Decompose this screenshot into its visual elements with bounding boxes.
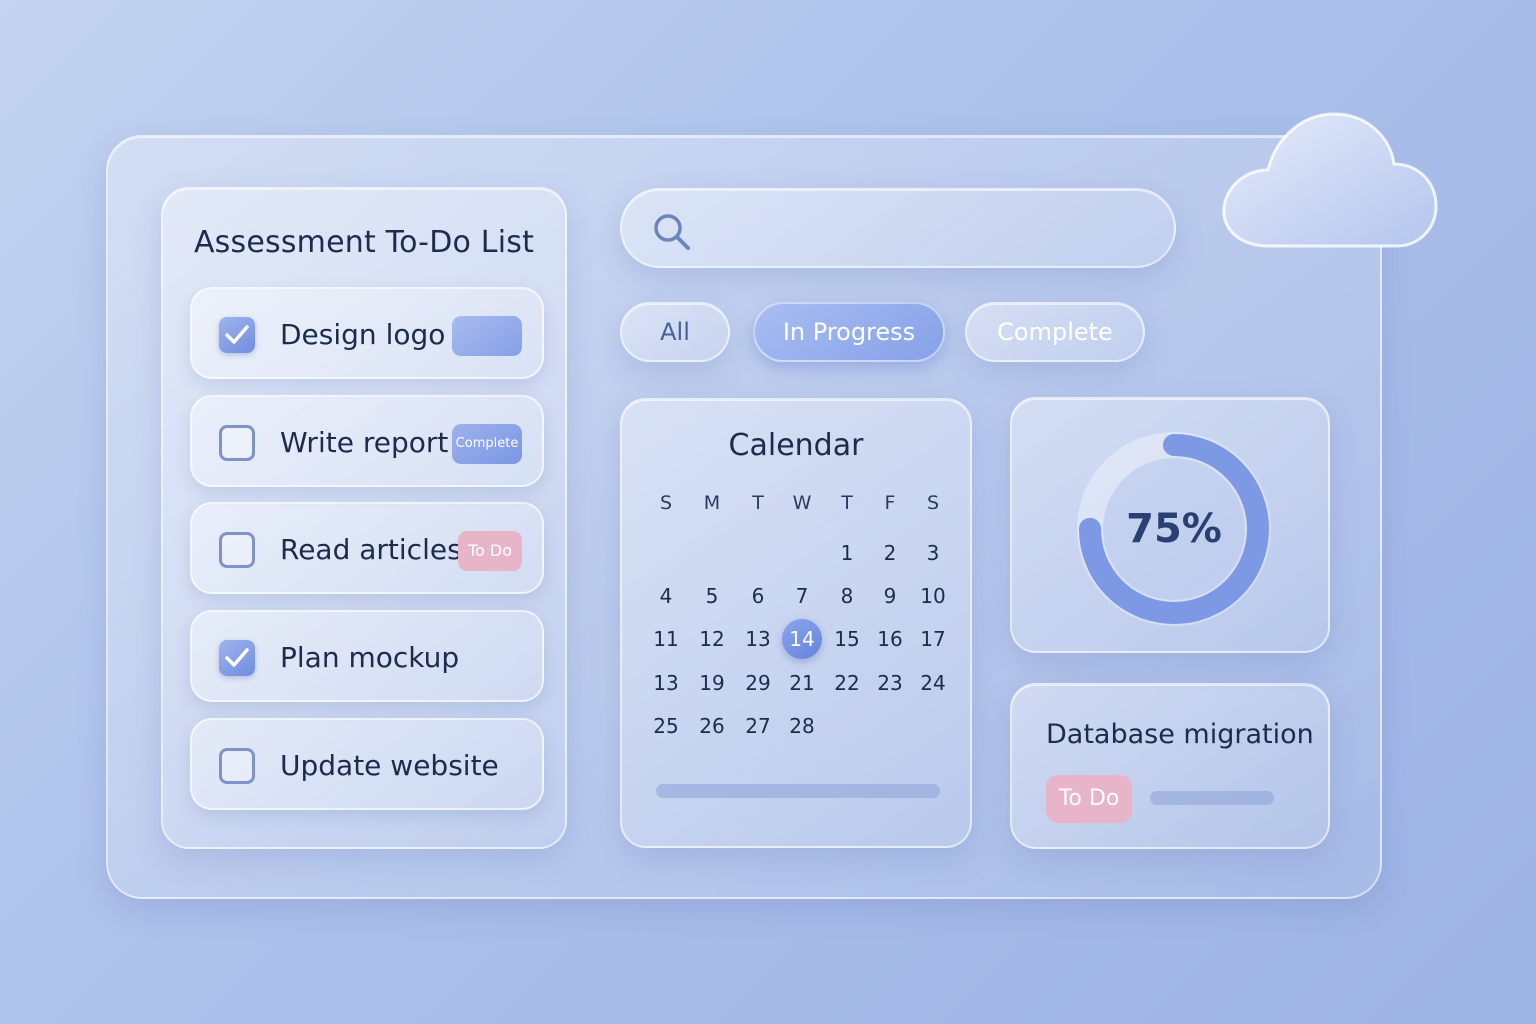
calendar-title: Calendar bbox=[728, 428, 864, 463]
weekday-label: S bbox=[926, 492, 940, 514]
todo-title: Assessment To-Do List bbox=[193, 225, 535, 260]
weekday-label: M bbox=[703, 492, 721, 514]
weekday-label: F bbox=[884, 492, 896, 514]
progress-label: 75% bbox=[1126, 506, 1222, 552]
task-update-website[interactable]: Update website bbox=[190, 718, 544, 810]
calendar-day[interactable]: 13 bbox=[736, 627, 780, 651]
checkbox-checked[interactable] bbox=[219, 640, 255, 676]
progress-bar bbox=[1150, 791, 1274, 805]
calendar-card: Calendar S M T W T F S 1 2 3 4 5 6 7 8 9 10 11 12 13 14 15 16 1… bbox=[620, 398, 972, 848]
task-label: Write report bbox=[280, 426, 449, 459]
calendar-day[interactable]: 21 bbox=[780, 671, 824, 695]
calendar-day[interactable]: 24 bbox=[911, 671, 955, 695]
todo-panel: Assessment To-Do List Design logo Write … bbox=[161, 187, 567, 849]
calendar-day[interactable]: 7 bbox=[780, 584, 824, 608]
calendar-day[interactable]: 1 bbox=[825, 541, 869, 565]
checkbox[interactable] bbox=[219, 532, 255, 568]
task-label: Read articles bbox=[280, 533, 462, 566]
calendar-day[interactable]: 3 bbox=[911, 541, 955, 565]
calendar-day[interactable]: 27 bbox=[736, 714, 780, 738]
check-icon bbox=[225, 325, 249, 344]
check-icon bbox=[225, 648, 249, 667]
task-plan-mockup[interactable]: Plan mockup bbox=[190, 610, 544, 702]
filter-in-progress-button[interactable]: In Progress bbox=[753, 302, 945, 362]
task-design-logo[interactable]: Design logo bbox=[190, 287, 544, 379]
status-badge: Complete bbox=[452, 424, 522, 464]
weekday-label: W bbox=[792, 492, 812, 514]
task-label: Update website bbox=[280, 749, 499, 782]
search-input[interactable] bbox=[620, 188, 1176, 268]
calendar-day[interactable]: 22 bbox=[825, 671, 869, 695]
calendar-day[interactable]: 11 bbox=[644, 627, 688, 651]
calendar-day[interactable]: 16 bbox=[868, 627, 912, 651]
status-badge: To Do bbox=[1046, 775, 1132, 823]
task-label: Plan mockup bbox=[280, 641, 460, 674]
calendar-scrollbar[interactable] bbox=[656, 784, 940, 798]
weekday-label: S bbox=[659, 492, 673, 514]
checkbox[interactable] bbox=[219, 748, 255, 784]
task-read-articles[interactable]: Read articles To Do bbox=[190, 502, 544, 594]
calendar-day[interactable]: 17 bbox=[911, 627, 955, 651]
calendar-day[interactable]: 9 bbox=[868, 584, 912, 608]
db-title: Database migration bbox=[1046, 719, 1314, 750]
progress-card: 75% bbox=[1010, 397, 1330, 653]
status-badge: To Do bbox=[458, 531, 522, 571]
status-badge bbox=[452, 316, 522, 356]
calendar-day[interactable]: 2 bbox=[868, 541, 912, 565]
calendar-day[interactable]: 29 bbox=[736, 671, 780, 695]
calendar-day[interactable]: 14 bbox=[780, 627, 824, 651]
calendar-day[interactable]: 10 bbox=[911, 584, 955, 608]
search-icon bbox=[654, 214, 690, 250]
cloud-icon bbox=[1222, 112, 1438, 248]
calendar-day[interactable]: 12 bbox=[690, 627, 734, 651]
calendar-day[interactable]: 5 bbox=[690, 584, 734, 608]
calendar-day[interactable]: 6 bbox=[736, 584, 780, 608]
calendar-day[interactable]: 8 bbox=[825, 584, 869, 608]
calendar-day[interactable]: 28 bbox=[780, 714, 824, 738]
calendar-day[interactable]: 23 bbox=[868, 671, 912, 695]
checkbox-checked[interactable] bbox=[219, 317, 255, 353]
calendar-day[interactable]: 19 bbox=[690, 671, 734, 695]
weekday-label: T bbox=[752, 492, 764, 514]
filter-complete-button[interactable]: Complete bbox=[965, 302, 1145, 362]
calendar-day[interactable]: 15 bbox=[825, 627, 869, 651]
weekday-label: T bbox=[841, 492, 853, 514]
filter-all-button[interactable]: All bbox=[620, 302, 730, 362]
task-label: Design logo bbox=[280, 318, 446, 351]
calendar-day[interactable]: 26 bbox=[690, 714, 734, 738]
checkbox[interactable] bbox=[219, 425, 255, 461]
calendar-day[interactable]: 13 bbox=[644, 671, 688, 695]
task-write-report[interactable]: Write report Complete bbox=[190, 395, 544, 487]
calendar-day[interactable]: 4 bbox=[644, 584, 688, 608]
calendar-day[interactable]: 25 bbox=[644, 714, 688, 738]
database-migration-card[interactable]: Database migration To Do bbox=[1010, 683, 1330, 849]
